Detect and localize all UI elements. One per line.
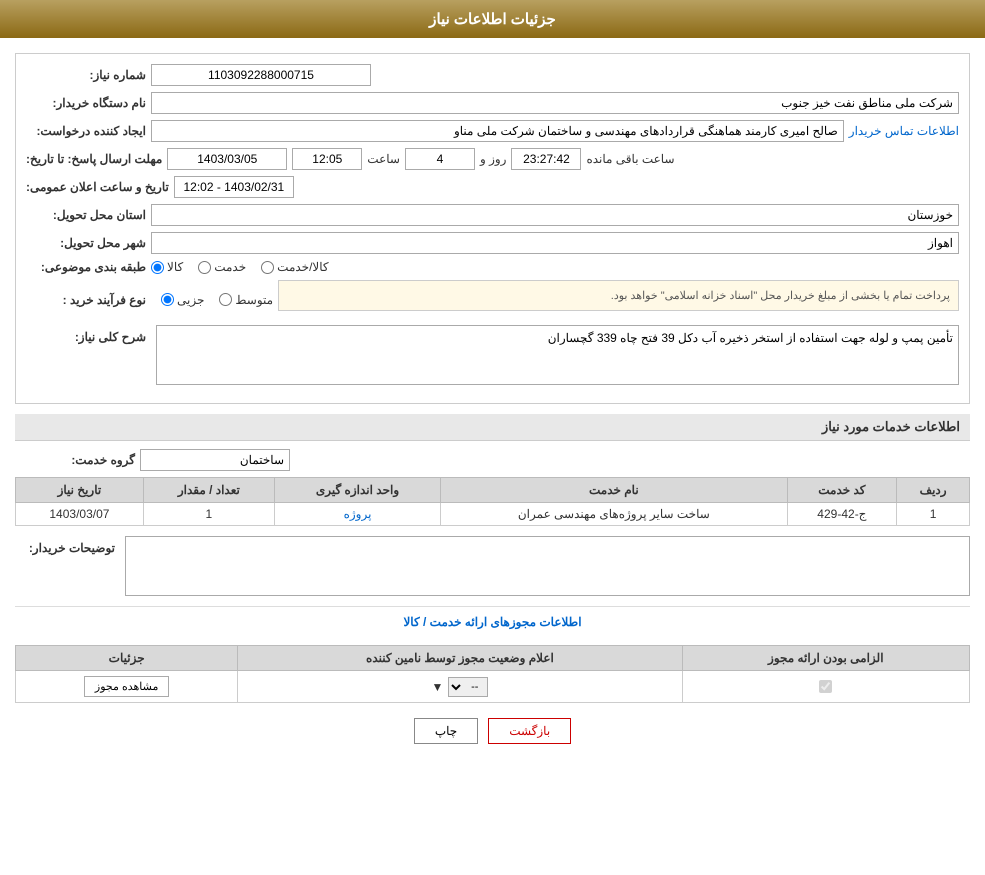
org-name-input[interactable] bbox=[151, 92, 959, 114]
table-row: 1 ج-42-429 ساخت سایر پروژه‌های مهندسی عم… bbox=[16, 503, 970, 526]
cell-quantity: 1 bbox=[143, 503, 274, 526]
purchase-label-partial: جزیی bbox=[177, 293, 204, 307]
description-label: شرح کلی نیاز: bbox=[26, 325, 146, 344]
license-status-select[interactable]: -- bbox=[448, 677, 488, 697]
page-header: جزئیات اطلاعات نیاز bbox=[0, 0, 985, 38]
hours-input[interactable] bbox=[511, 148, 581, 170]
license-row: -- ▼ مشاهده مجوز bbox=[16, 671, 970, 703]
category-label-kala-khedmat: کالا/خدمت bbox=[277, 260, 328, 274]
service-group-input[interactable] bbox=[140, 449, 290, 471]
col-date: تاریخ نیاز bbox=[16, 478, 144, 503]
cell-license-details[interactable]: مشاهده مجوز bbox=[16, 671, 238, 703]
col-license-required: الزامی بودن ارائه مجوز bbox=[682, 646, 969, 671]
cell-service-code: ج-42-429 bbox=[787, 503, 897, 526]
category-label: طبقه بندی موضوعی: bbox=[26, 260, 146, 274]
services-table: ردیف کد خدمت نام خدمت واحد اندازه گیری ت… bbox=[15, 477, 970, 526]
announce-datetime-input[interactable] bbox=[174, 176, 294, 198]
category-label-kala: کالا bbox=[167, 260, 183, 274]
date-input[interactable] bbox=[167, 148, 287, 170]
buyer-notes-label: توضیحات خریدار: bbox=[15, 536, 115, 555]
license-required-checkbox[interactable] bbox=[819, 680, 832, 693]
radio-kala[interactable] bbox=[151, 261, 164, 274]
days-label: روز و bbox=[480, 152, 507, 166]
col-row-num: ردیف bbox=[897, 478, 970, 503]
org-name-label: نام دستگاه خریدار: bbox=[26, 96, 146, 110]
reply-deadline-label: مهلت ارسال پاسخ: تا تاریخ: bbox=[26, 152, 162, 166]
need-number-input[interactable] bbox=[151, 64, 371, 86]
creator-label: ایجاد کننده درخواست: bbox=[26, 124, 146, 138]
category-label-khedmat: خدمت bbox=[214, 260, 246, 274]
radio-kala-khedmat[interactable] bbox=[261, 261, 274, 274]
service-group-label: گروه خدمت: bbox=[15, 453, 135, 467]
col-service-name: نام خدمت bbox=[441, 478, 787, 503]
need-number-label: شماره نیاز: bbox=[26, 68, 146, 82]
back-button[interactable]: بازگشت bbox=[488, 718, 571, 744]
category-radio-group: کالا/خدمت خدمت کالا bbox=[151, 260, 329, 274]
cell-license-status: -- ▼ bbox=[238, 671, 682, 703]
radio-khedmat[interactable] bbox=[198, 261, 211, 274]
purchase-type-label: نوع فرآیند خرید : bbox=[26, 293, 146, 307]
print-button[interactable]: چاپ bbox=[414, 718, 478, 744]
license-table: الزامی بودن ارائه مجوز اعلام وضعیت مجوز … bbox=[15, 645, 970, 703]
cell-date: 1403/03/07 bbox=[16, 503, 144, 526]
view-license-button[interactable]: مشاهده مجوز bbox=[84, 676, 169, 697]
days-input[interactable] bbox=[405, 148, 475, 170]
col-service-code: کد خدمت bbox=[787, 478, 897, 503]
chevron-down-icon: ▼ bbox=[432, 680, 444, 694]
province-label: استان محل تحویل: bbox=[26, 208, 146, 222]
radio-medium[interactable] bbox=[219, 293, 232, 306]
col-license-details: جزئیات bbox=[16, 646, 238, 671]
description-textarea[interactable]: تأمین پمپ و لوله جهت استفاده از استخر ذخ… bbox=[156, 325, 959, 385]
buyer-notes-textarea[interactable] bbox=[125, 536, 970, 596]
col-unit: واحد اندازه گیری bbox=[274, 478, 440, 503]
radio-partial[interactable] bbox=[161, 293, 174, 306]
cell-service-name: ساخت سایر پروژه‌های مهندسی عمران bbox=[441, 503, 787, 526]
services-section-title: اطلاعات خدمات مورد نیاز bbox=[15, 414, 970, 441]
creator-input[interactable] bbox=[151, 120, 844, 142]
time-label: ساعت bbox=[367, 152, 400, 166]
time-input[interactable] bbox=[292, 148, 362, 170]
cell-license-required bbox=[682, 671, 969, 703]
city-input[interactable] bbox=[151, 232, 959, 254]
cell-row-num: 1 bbox=[897, 503, 970, 526]
col-quantity: تعداد / مقدار bbox=[143, 478, 274, 503]
col-license-status: اعلام وضعیت مجوز توسط نامین کننده bbox=[238, 646, 682, 671]
purchase-note: پرداخت تمام یا بخشی از مبلغ خریدار محل "… bbox=[611, 290, 950, 302]
announce-datetime-label: تاریخ و ساعت اعلان عمومی: bbox=[26, 180, 169, 194]
license-section-title: اطلاعات مجوزهای ارائه خدمت / کالا bbox=[15, 606, 970, 629]
province-input[interactable] bbox=[151, 204, 959, 226]
page-title: جزئیات اطلاعات نیاز bbox=[429, 11, 556, 28]
footer-buttons: بازگشت چاپ bbox=[15, 718, 970, 744]
city-label: شهر محل تحویل: bbox=[26, 236, 146, 250]
contact-info-link[interactable]: اطلاعات تماس خریدار bbox=[849, 124, 959, 138]
purchase-label-medium: متوسط bbox=[235, 293, 273, 307]
remaining-label: ساعت باقی مانده bbox=[586, 152, 674, 166]
cell-unit: پروژه bbox=[274, 503, 440, 526]
